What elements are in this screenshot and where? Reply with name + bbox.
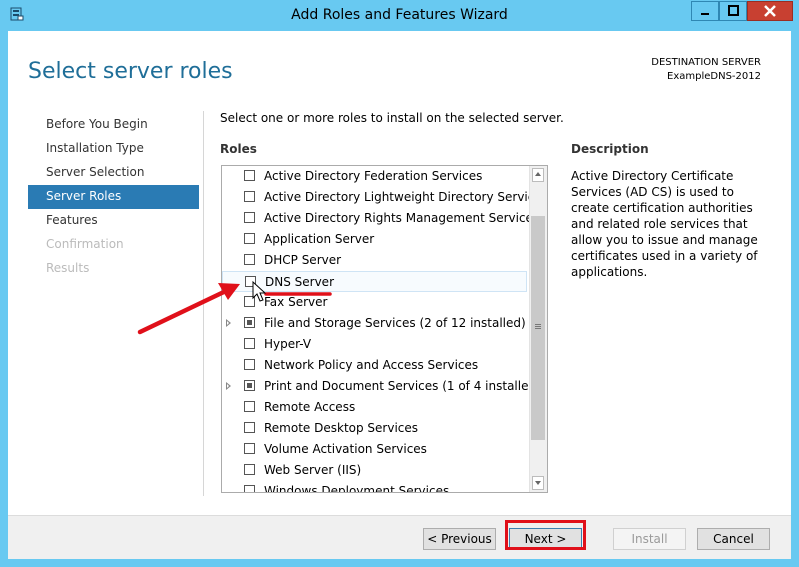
chevron-up-icon — [535, 172, 541, 176]
role-item[interactable]: Remote Access — [222, 397, 527, 418]
role-item[interactable]: Hyper-V — [222, 334, 527, 355]
roles-heading: Roles — [220, 142, 257, 156]
role-item[interactable]: Volume Activation Services — [222, 439, 527, 460]
role-checkbox[interactable] — [244, 443, 255, 454]
close-icon — [764, 5, 776, 17]
role-label: Web Server (IIS) — [264, 463, 362, 477]
role-item[interactable]: Windows Deployment Services — [222, 481, 527, 493]
nav-item-installation-type[interactable]: Installation Type — [28, 137, 199, 161]
destination-label: DESTINATION SERVER — [651, 57, 761, 68]
role-checkbox[interactable] — [244, 422, 255, 433]
role-checkbox[interactable] — [244, 464, 255, 475]
window-title: Add Roles and Features Wizard — [291, 7, 508, 23]
role-item[interactable]: Print and Document Services (1 of 4 inst… — [222, 376, 541, 397]
role-item[interactable]: Application Server — [222, 229, 527, 250]
role-item[interactable]: Active Directory Lightweight Directory S… — [222, 187, 547, 208]
role-label: Hyper-V — [264, 337, 312, 351]
previous-button[interactable]: < Previous — [423, 528, 496, 550]
role-item[interactable]: Active Directory Federation Services — [222, 166, 527, 187]
expand-icon[interactable] — [226, 319, 231, 327]
role-checkbox[interactable] — [244, 401, 255, 412]
nav-item-before-you-begin[interactable]: Before You Begin — [28, 113, 199, 137]
role-checkbox[interactable] — [244, 254, 255, 265]
scroll-thumb[interactable] — [531, 216, 545, 440]
role-label: Fax Server — [264, 295, 328, 309]
nav-item-server-selection[interactable]: Server Selection — [28, 161, 199, 185]
description-heading: Description — [571, 142, 649, 156]
role-checkbox[interactable] — [244, 380, 255, 391]
nav-item-server-roles[interactable]: Server Roles — [28, 185, 199, 209]
role-label: DNS Server — [265, 275, 334, 289]
role-checkbox[interactable] — [244, 317, 255, 328]
role-checkbox[interactable] — [244, 296, 255, 307]
next-button-highlight — [505, 520, 586, 550]
chevron-down-icon — [535, 481, 541, 485]
nav-item-results: Results — [46, 261, 90, 275]
page-title: Select server roles — [28, 59, 233, 84]
title-bar[interactable]: Add Roles and Features Wizard — [0, 0, 799, 32]
grip-icon — [535, 324, 541, 325]
role-label: Active Directory Federation Services — [264, 169, 483, 183]
role-checkbox[interactable] — [244, 191, 255, 202]
role-checkbox[interactable] — [244, 233, 255, 244]
wizard-body: Select server roles DESTINATION SERVER E… — [8, 31, 791, 559]
wizard-nav: Before You Begin Installation Type Serve… — [28, 113, 199, 281]
role-label: Windows Deployment Services — [264, 484, 450, 493]
role-label: Network Policy and Access Services — [264, 358, 479, 372]
role-label: Print and Document Services (1 of 4 inst… — [264, 379, 541, 393]
role-checkbox[interactable] — [244, 212, 255, 223]
role-label: File and Storage Services (2 of 12 insta… — [264, 316, 526, 330]
nav-item-confirmation: Confirmation — [46, 237, 124, 251]
role-label: Active Directory Rights Management Servi… — [264, 211, 540, 225]
role-checkbox[interactable] — [244, 359, 255, 370]
expand-icon[interactable] — [226, 382, 231, 390]
destination-server-name: ExampleDNS-2012 — [667, 71, 761, 82]
role-checkbox[interactable] — [245, 276, 256, 287]
roles-scrollbar[interactable] — [529, 166, 547, 492]
maximize-icon — [728, 5, 739, 16]
role-checkbox[interactable] — [244, 170, 255, 181]
role-label: Application Server — [264, 232, 375, 246]
role-item[interactable]: File and Storage Services (2 of 12 insta… — [222, 313, 527, 334]
role-item[interactable]: Active Directory Rights Management Servi… — [222, 208, 539, 229]
role-label: DHCP Server — [264, 253, 342, 267]
minimize-button[interactable] — [691, 1, 719, 21]
role-checkbox[interactable] — [244, 485, 255, 492]
role-item[interactable]: Remote Desktop Services — [222, 418, 527, 439]
destination-server-info: DESTINATION SERVER ExampleDNS-2012 — [651, 56, 761, 84]
role-label: Active Directory Lightweight Directory S… — [264, 190, 548, 204]
roles-list[interactable]: Active Directory Federation Services Acti… — [221, 165, 548, 493]
wizard-window: Add Roles and Features Wizard Select ser… — [0, 0, 799, 567]
role-item[interactable]: Network Policy and Access Services — [222, 355, 527, 376]
scroll-down-button[interactable] — [532, 476, 544, 490]
role-label: Remote Desktop Services — [264, 421, 419, 435]
wizard-footer: < Previous Next > Install Cancel — [8, 515, 791, 559]
role-item[interactable]: Fax Server — [222, 292, 527, 313]
nav-divider — [203, 111, 204, 496]
role-item[interactable]: DNS Server — [222, 271, 527, 292]
minimize-icon — [701, 13, 709, 15]
install-button: Install — [613, 528, 686, 550]
cancel-button[interactable]: Cancel — [697, 528, 770, 550]
scroll-up-button[interactable] — [532, 168, 544, 182]
role-item[interactable]: Web Server (IIS) — [222, 460, 527, 481]
maximize-button[interactable] — [719, 1, 747, 21]
role-checkbox[interactable] — [244, 338, 255, 349]
close-button[interactable] — [747, 1, 793, 21]
role-item[interactable]: DHCP Server — [222, 250, 527, 271]
description-text: Active Directory Certificate Services (A… — [571, 169, 758, 279]
instruction-text: Select one or more roles to install on t… — [220, 111, 564, 125]
role-label: Volume Activation Services — [264, 442, 427, 456]
nav-item-features[interactable]: Features — [28, 209, 199, 233]
role-label: Remote Access — [264, 400, 356, 414]
